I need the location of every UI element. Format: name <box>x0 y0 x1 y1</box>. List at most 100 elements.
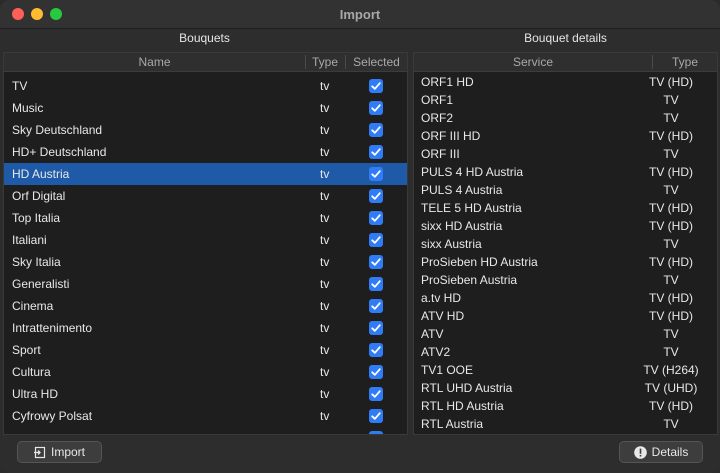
bouquet-row[interactable]: HD+ Deutschland tv <box>4 141 407 163</box>
bouquet-selected-checkbox[interactable] <box>369 233 383 247</box>
service-name: TV1 OOE <box>421 363 474 377</box>
service-row[interactable]: PULS 4 Austria TV <box>414 181 717 199</box>
service-row[interactable]: ATV2 TV <box>414 343 717 361</box>
service-row[interactable]: RTL HD Austria TV (HD) <box>414 397 717 415</box>
bouquet-name: Music <box>12 101 44 115</box>
bouquet-selected-checkbox[interactable] <box>369 299 383 313</box>
bouquet-selected-checkbox[interactable] <box>369 145 383 159</box>
bouquet-selected-checkbox[interactable] <box>369 365 383 379</box>
bouquet-row[interactable]: Top Italia tv <box>4 207 407 229</box>
bouquet-type: tv <box>320 387 330 401</box>
bouquet-name: HD Austria <box>12 167 70 181</box>
service-row[interactable]: ATV TV <box>414 325 717 343</box>
service-row[interactable]: PULS 4 HD Austria TV (HD) <box>414 163 717 181</box>
bouquet-type: tv <box>320 277 330 291</box>
bouquet-selected-checkbox[interactable] <box>369 409 383 423</box>
bouquet-details-table: Service Type ORF1 HD TV (HD) ORF1 TV ORF2 TV O… <box>413 52 718 435</box>
service-row[interactable]: ProSieben HD Austria TV (HD) <box>414 253 717 271</box>
service-row[interactable]: RTL Austria TV <box>414 415 717 433</box>
bouquet-selected-checkbox[interactable] <box>369 431 383 434</box>
bouquet-row[interactable]: TV tv <box>4 75 407 97</box>
details-table-header: Service Type <box>414 53 717 72</box>
bouquet-row[interactable]: Orf Digital tv <box>4 185 407 207</box>
bouquet-selected-checkbox[interactable] <box>369 211 383 225</box>
import-button[interactable]: Import <box>17 441 102 463</box>
service-row[interactable]: ORF2 TV <box>414 109 717 127</box>
service-row[interactable]: sixx Austria TV <box>414 235 717 253</box>
column-header-name[interactable]: Name <box>4 55 305 69</box>
bouquet-row[interactable]: Cultura tv <box>4 361 407 383</box>
bouquet-row[interactable]: HD Austria tv <box>4 163 407 185</box>
bouquet-selected-checkbox[interactable] <box>369 123 383 137</box>
bouquet-selected-checkbox[interactable] <box>369 255 383 269</box>
bouquet-type: tv <box>320 255 330 269</box>
column-header-service[interactable]: Service <box>414 55 652 69</box>
bouquet-type: tv <box>320 145 330 159</box>
service-row[interactable]: ORF III HD TV (HD) <box>414 127 717 145</box>
bouquet-type: tv <box>320 123 330 137</box>
bouquet-selected-checkbox[interactable] <box>369 343 383 357</box>
bouquet-selected-checkbox[interactable] <box>369 321 383 335</box>
details-button[interactable]: Details <box>619 441 703 463</box>
checkmark-icon <box>371 236 381 244</box>
service-type: TV <box>663 93 679 107</box>
bouquet-selected-checkbox[interactable] <box>369 167 383 181</box>
bouquet-type: tv <box>320 321 330 335</box>
service-type: TV <box>663 237 679 251</box>
bouquet-selected-checkbox[interactable] <box>369 387 383 401</box>
column-header-type[interactable]: Type <box>306 55 344 69</box>
column-header-service-type[interactable]: Type <box>653 55 717 69</box>
service-row[interactable]: TELE 5 HD Austria TV (HD) <box>414 199 717 217</box>
bouquet-type: tv <box>320 189 330 203</box>
bouquet-name: Sport <box>12 343 41 357</box>
service-name: ATV <box>421 327 444 341</box>
service-type: TV <box>663 273 679 287</box>
service-type: TV <box>663 111 679 125</box>
bouquet-row[interactable]: Intrattenimento tv <box>4 317 407 339</box>
bouquet-selected-checkbox[interactable] <box>369 277 383 291</box>
bouquet-row[interactable]: Sport tv <box>4 339 407 361</box>
column-header-selected[interactable]: Selected <box>346 55 407 69</box>
bouquet-row[interactable]: Sky Italia tv <box>4 251 407 273</box>
service-row[interactable]: sixx HD Austria TV (HD) <box>414 217 717 235</box>
service-row[interactable]: ProSieben Austria TV <box>414 271 717 289</box>
service-name: TELE 5 HD Austria <box>421 201 522 215</box>
bouquet-selected-checkbox[interactable] <box>369 79 383 93</box>
bouquet-row[interactable]: Sky Deutschland tv <box>4 119 407 141</box>
bouquet-row[interactable]: Generalisti tv <box>4 273 407 295</box>
service-row[interactable]: RTL UHD Austria TV (UHD) <box>414 379 717 397</box>
bouquet-type: tv <box>320 211 330 225</box>
service-row[interactable]: TV1 OOE TV (H264) <box>414 361 717 379</box>
service-type: TV (HD) <box>649 219 693 233</box>
bouquet-row[interactable]: Italiani tv <box>4 229 407 251</box>
service-type: TV <box>663 147 679 161</box>
service-row[interactable]: ATV HD TV (HD) <box>414 307 717 325</box>
service-name: ORF1 HD <box>421 75 474 89</box>
bouquet-type: tv <box>320 79 330 93</box>
bouquet-selected-checkbox[interactable] <box>369 189 383 203</box>
bouquet-row[interactable]: tv <box>4 427 407 434</box>
details-button-label: Details <box>651 445 689 459</box>
details-section-title: Bouquet details <box>524 31 607 45</box>
service-type: TV <box>663 183 679 197</box>
bouquet-row[interactable]: Cinema tv <box>4 295 407 317</box>
bouquet-row[interactable]: Ultra HD tv <box>4 383 407 405</box>
bouquet-selected-checkbox[interactable] <box>369 101 383 115</box>
import-button-label: Import <box>50 445 85 459</box>
service-row[interactable]: ORF1 TV <box>414 91 717 109</box>
service-row[interactable]: ORF1 HD TV (HD) <box>414 73 717 91</box>
service-name: sixx Austria <box>421 237 482 251</box>
bouquet-row[interactable]: Cyfrowy Polsat tv <box>4 405 407 427</box>
service-type: TV <box>663 345 679 359</box>
bouquet-name: Italiani <box>12 233 47 247</box>
service-name: ORF III <box>421 147 460 161</box>
service-row[interactable]: ORF III TV <box>414 145 717 163</box>
bouquet-name: HD+ Deutschland <box>12 145 107 159</box>
checkmark-icon <box>371 170 381 178</box>
service-type: TV (HD) <box>649 165 693 179</box>
bouquet-name: Orf Digital <box>12 189 66 203</box>
checkmark-icon <box>371 302 381 310</box>
bouquet-row[interactable]: Music tv <box>4 97 407 119</box>
checkmark-icon <box>371 104 381 112</box>
service-row[interactable]: a.tv HD TV (HD) <box>414 289 717 307</box>
